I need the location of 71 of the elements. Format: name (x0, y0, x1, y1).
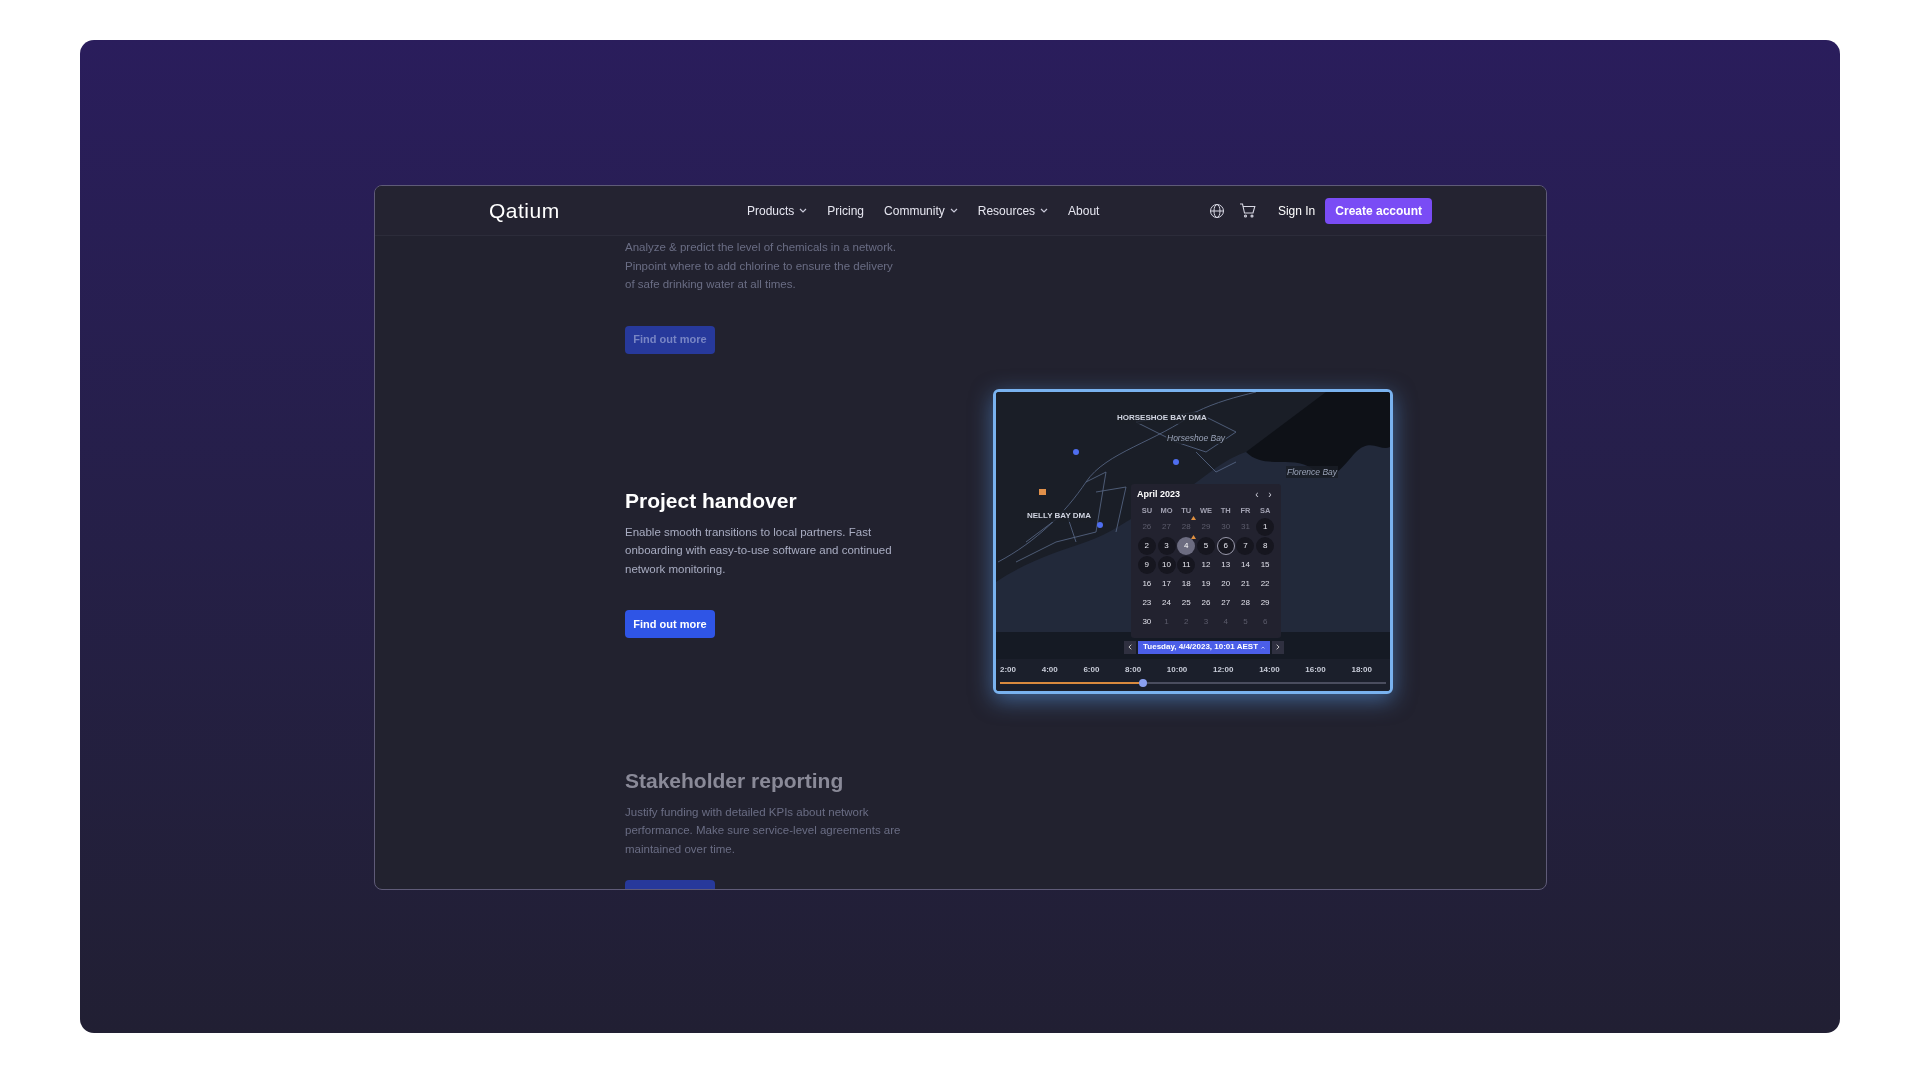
calendar-day[interactable]: 6 (1216, 536, 1235, 555)
time-tick: 6:00 (1083, 663, 1100, 676)
chevron-down-icon (799, 208, 808, 213)
calendar-day[interactable]: 29 (1256, 593, 1275, 612)
chevron-down-icon (949, 208, 958, 213)
calendar-day[interactable]: 11 (1177, 555, 1196, 574)
timeline-thumb[interactable] (1138, 678, 1147, 687)
calendar-day[interactable]: 25 (1177, 593, 1196, 612)
next-month-button[interactable]: › (1265, 489, 1275, 500)
warning-icon (1191, 515, 1197, 520)
calendar-day[interactable]: 8 (1256, 536, 1275, 555)
calendar-day[interactable]: 26 (1197, 593, 1215, 612)
calendar-day[interactable]: 28 (1236, 593, 1255, 612)
section-heading: Project handover (625, 487, 798, 514)
calendar-day[interactable]: 19 (1197, 574, 1215, 593)
cart-icon[interactable] (1238, 203, 1256, 218)
date-time-button[interactable]: Tuesday, 4/4/2023, 10:01 AEST (1138, 640, 1271, 654)
calendar-day[interactable]: 21 (1236, 574, 1255, 593)
nav-link[interactable]: About (1068, 201, 1100, 220)
calendar-day[interactable]: 17 (1157, 574, 1176, 593)
nav-link[interactable]: Products (747, 201, 808, 220)
calendar-day[interactable]: 14 (1236, 555, 1255, 574)
next-day-button[interactable] (1272, 640, 1285, 654)
globe-icon[interactable] (1208, 202, 1225, 219)
timeline-track[interactable] (1000, 681, 1386, 684)
logo[interactable]: Qatium (489, 194, 669, 227)
section-description: Enable smooth transitions to local partners. Fast onboarding with easy-to-use software and continued network monitoring. (625, 524, 893, 577)
section-description: Analyze & predict the level of chemicals in a network. Pinpoint where to add chlorine to ensure the delivery of safe drinking water at all times. (625, 240, 898, 292)
calendar-day[interactable]: 12 (1197, 555, 1215, 574)
calendar-day[interactable]: 20 (1216, 574, 1235, 593)
time-tick: 16:00 (1305, 663, 1326, 676)
calendar-day[interactable]: 4 (1177, 536, 1196, 555)
nav-link[interactable]: Community (884, 201, 958, 220)
time-tick: 10:00 (1166, 663, 1188, 676)
time-tick: 2:00 (1000, 663, 1016, 676)
calendar-day[interactable]: 10 (1157, 555, 1176, 574)
sign-in-link[interactable]: Sign In (1277, 201, 1316, 220)
calendar-day[interactable]: 13 (1216, 555, 1235, 574)
section-description: Justify funding with detailed KPIs about network performance. Make sure service-level agreements are maintained over time. (625, 804, 902, 857)
calendar-day[interactable]: 16 (1137, 574, 1156, 593)
calendar-day[interactable]: 2 (1137, 536, 1156, 555)
time-tick: 14:00 (1259, 663, 1280, 676)
calendar-day[interactable]: 5 (1197, 536, 1215, 555)
chevron-left-icon (1128, 644, 1132, 650)
calendar-day[interactable]: 27 (1216, 593, 1235, 612)
calendar-month: April 2023 (1137, 487, 1181, 501)
find-out-more-button[interactable]: Find out more (625, 610, 715, 638)
calendar-day[interactable]: 9 (1137, 555, 1156, 574)
caret-up-icon (1261, 645, 1266, 649)
calendar-day[interactable]: 30 (1137, 612, 1156, 631)
calendar-day[interactable]: 1 (1256, 517, 1275, 536)
warning-icon (1191, 534, 1197, 539)
section-heading: Stakeholder reporting (625, 767, 845, 794)
calendar-day[interactable]: 23 (1137, 593, 1156, 612)
calendar-day[interactable]: 22 (1256, 574, 1275, 593)
nav-link[interactable]: Resources (977, 201, 1049, 220)
time-tick: 4:00 (1041, 663, 1058, 676)
chevron-right-icon (1276, 644, 1281, 650)
previous-day-button[interactable] (1124, 640, 1136, 654)
nav-link[interactable]: Pricing (827, 201, 865, 220)
create-account-button[interactable]: Create account (1325, 197, 1432, 224)
calendar-day[interactable]: 7 (1236, 536, 1255, 555)
calendar-day[interactable]: 3 (1157, 536, 1176, 555)
calendar-day[interactable]: 24 (1157, 593, 1176, 612)
calendar-day[interactable]: 15 (1256, 555, 1275, 574)
chevron-down-icon (1040, 208, 1049, 213)
time-tick: 8:00 (1125, 663, 1142, 676)
time-tick: 12:00 (1212, 663, 1234, 676)
time-tick: 18:00 (1351, 663, 1372, 676)
prev-month-button[interactable]: ‹ (1252, 489, 1262, 500)
calendar-day[interactable]: 18 (1177, 574, 1196, 593)
